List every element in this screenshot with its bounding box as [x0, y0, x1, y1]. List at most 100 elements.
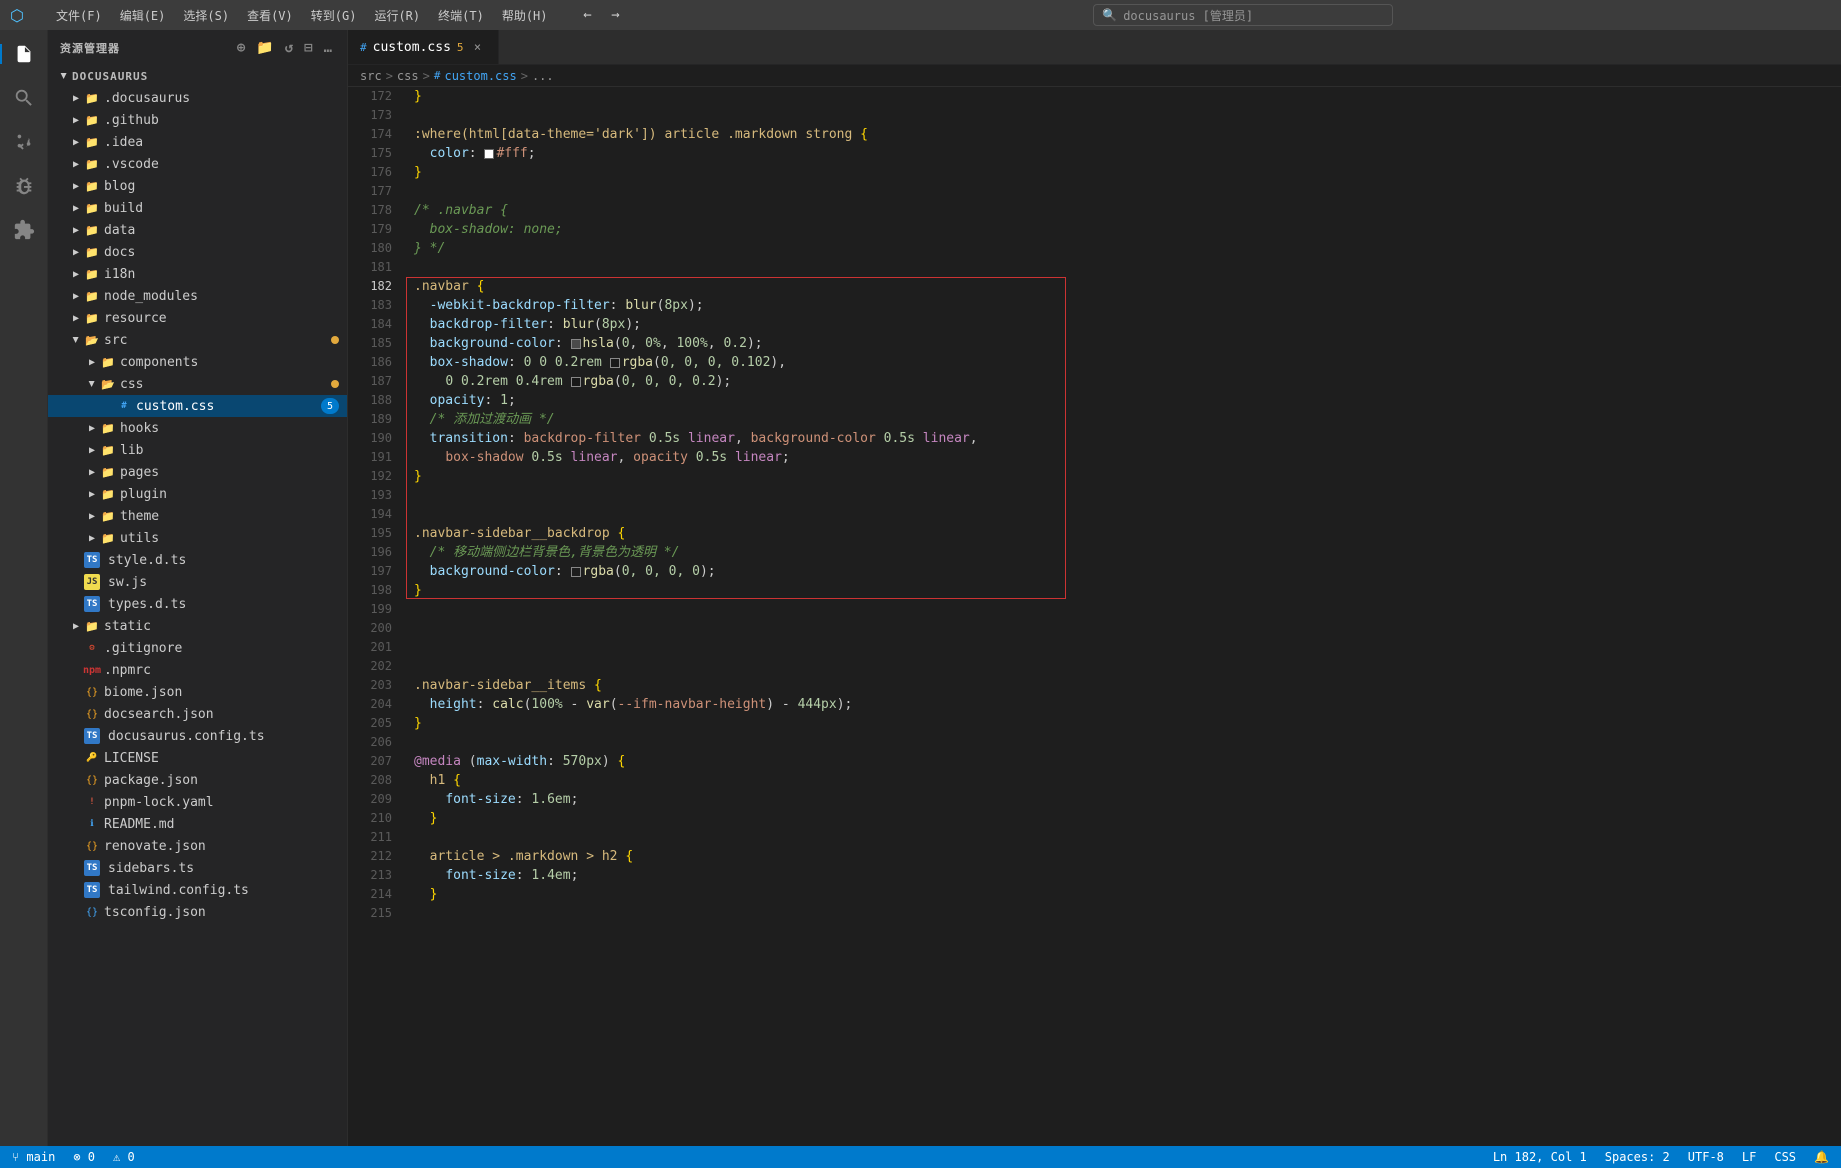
sidebar-item-idea[interactable]: ▶ 📁 .idea: [48, 131, 347, 153]
menu-goto[interactable]: 转到(G): [303, 5, 365, 26]
sidebar-item-gitignore[interactable]: ⚙ .gitignore: [48, 637, 347, 659]
source-control-icon[interactable]: [4, 122, 44, 162]
root-folder[interactable]: ▶ DOCUSAURUS: [48, 65, 347, 87]
code-token: backdrop-filter: [524, 429, 649, 448]
sidebar-item-sidebars-ts[interactable]: TS sidebars.ts: [48, 857, 347, 879]
status-git[interactable]: ⑂ main: [8, 1150, 59, 1164]
sidebar-item-components[interactable]: ▶ 📁 components: [48, 351, 347, 373]
breadcrumb-file[interactable]: custom.css: [444, 69, 516, 83]
back-button[interactable]: ←: [576, 4, 600, 26]
status-eol[interactable]: LF: [1738, 1150, 1760, 1164]
sidebar-item-docusaurus-config[interactable]: TS docusaurus.config.ts: [48, 725, 347, 747]
status-errors[interactable]: ⊗ 0: [69, 1150, 99, 1164]
new-folder-icon[interactable]: 📁: [254, 38, 276, 58]
status-ln-col[interactable]: Ln 182, Col 1: [1489, 1150, 1591, 1164]
sidebar-item-pnpm-lock[interactable]: ! pnpm-lock.yaml: [48, 791, 347, 813]
line-num-192: 192: [348, 467, 396, 486]
sidebar-item-types-d-ts[interactable]: TS types.d.ts: [48, 593, 347, 615]
folder-icon: 📁: [84, 178, 100, 194]
menu-run[interactable]: 运行(R): [366, 5, 428, 26]
line-num-213: 213: [348, 866, 396, 885]
code-line-174: :where(html[data-theme='dark']) article …: [414, 125, 1841, 144]
item-label: docsearch.json: [104, 707, 214, 722]
sidebar-item-biome-json[interactable]: {} biome.json: [48, 681, 347, 703]
refresh-icon[interactable]: ↺: [283, 38, 296, 58]
sidebar-item-docs[interactable]: ▶ 📁 docs: [48, 241, 347, 263]
sidebar-item-tailwind-config[interactable]: TS tailwind.config.ts: [48, 879, 347, 901]
sidebar-item-readme[interactable]: ℹ README.md: [48, 813, 347, 835]
search-icon[interactable]: [4, 78, 44, 118]
code-line-208: h1 {: [414, 771, 1841, 790]
tab-custom-css[interactable]: # custom.css 5 ×: [348, 30, 499, 64]
new-file-icon[interactable]: ⊕: [235, 38, 248, 58]
sidebar-item-plugin[interactable]: ▶ 📁 plugin: [48, 483, 347, 505]
code-token: [414, 866, 445, 885]
sidebar-item-sw-js[interactable]: JS sw.js: [48, 571, 347, 593]
status-language[interactable]: CSS: [1770, 1150, 1800, 1164]
sidebar-item-resource[interactable]: ▶ 📁 resource: [48, 307, 347, 329]
code-token: [414, 790, 445, 809]
status-spaces[interactable]: Spaces: 2: [1601, 1150, 1674, 1164]
sidebar-item-blog[interactable]: ▶ 📁 blog: [48, 175, 347, 197]
code-token: [414, 809, 430, 828]
sidebar-item-package-json[interactable]: {} package.json: [48, 769, 347, 791]
sidebar-item-build[interactable]: ▶ 📁 build: [48, 197, 347, 219]
sidebar-item-src[interactable]: ▶ 📂 src: [48, 329, 347, 351]
sidebar-item-renovate-json[interactable]: {} renovate.json: [48, 835, 347, 857]
sidebar-item-docsearch-json[interactable]: {} docsearch.json: [48, 703, 347, 725]
status-left: ⑂ main ⊗ 0 ⚠ 0: [8, 1150, 139, 1164]
tab-close-button[interactable]: ×: [470, 39, 486, 55]
sidebar-item-tsconfig-json[interactable]: {} tsconfig.json: [48, 901, 347, 923]
arrow: ▶: [84, 442, 100, 458]
sidebar-item-data[interactable]: ▶ 📁 data: [48, 219, 347, 241]
sidebar-item-lib[interactable]: ▶ 📁 lib: [48, 439, 347, 461]
sidebar-item-static[interactable]: ▶ 📁 static: [48, 615, 347, 637]
collapse-all-icon[interactable]: ⊟: [302, 38, 315, 58]
code-token: 0, 0, 0, 0: [622, 562, 700, 581]
menu-help[interactable]: 帮助(H): [494, 5, 556, 26]
code-line-190: transition : backdrop-filter 0.5s linear…: [414, 429, 1841, 448]
breadcrumb-css[interactable]: css: [397, 69, 419, 83]
sidebar-item-theme[interactable]: ▶ 📁 theme: [48, 505, 347, 527]
sidebar-item-style-d-ts[interactable]: TS style.d.ts: [48, 549, 347, 571]
search-bar[interactable]: 🔍 docusaurus [管理员]: [1093, 4, 1393, 26]
menu-select[interactable]: 选择(S): [175, 5, 237, 26]
code-token: color: [430, 144, 469, 163]
code-token: :: [508, 353, 524, 372]
explorer-icon[interactable]: [4, 34, 44, 74]
more-options-icon[interactable]: …: [322, 38, 335, 58]
code-token: );: [625, 315, 641, 334]
code-token: 0: [622, 334, 630, 353]
sidebar-item-npmrc[interactable]: npm .npmrc: [48, 659, 347, 681]
code-token: );: [688, 296, 704, 315]
menu-edit[interactable]: 编辑(E): [112, 5, 174, 26]
sidebar-item-pages[interactable]: ▶ 📁 pages: [48, 461, 347, 483]
menu-terminal[interactable]: 终端(T): [430, 5, 492, 26]
sidebar-item-utils[interactable]: ▶ 📁 utils: [48, 527, 347, 549]
js-icon: JS: [84, 574, 100, 590]
menu-file[interactable]: 文件(F): [48, 5, 110, 26]
item-label: .gitignore: [104, 641, 182, 656]
sidebar-item-github[interactable]: ▶ 📁 .github: [48, 109, 347, 131]
sidebar-item-css[interactable]: ▶ 📂 css: [48, 373, 347, 395]
sidebar-item-custom-css[interactable]: # custom.css 5: [48, 395, 347, 417]
status-warnings[interactable]: ⚠ 0: [109, 1150, 139, 1164]
sidebar-item-hooks[interactable]: ▶ 📁 hooks: [48, 417, 347, 439]
extensions-icon[interactable]: [4, 210, 44, 250]
sidebar-item-node_modules[interactable]: ▶ 📁 node_modules: [48, 285, 347, 307]
sidebar-item-i18n[interactable]: ▶ 📁 i18n: [48, 263, 347, 285]
breadcrumb-sep3: >: [521, 69, 528, 83]
sidebar-item-vscode[interactable]: ▶ 📁 .vscode: [48, 153, 347, 175]
code-content[interactable]: } :where(html[data-theme='dark']) articl…: [406, 87, 1841, 1146]
breadcrumb-src[interactable]: src: [360, 69, 382, 83]
folder-icon: 📁: [84, 288, 100, 304]
status-notifications[interactable]: 🔔: [1810, 1150, 1833, 1164]
status-encoding[interactable]: UTF-8: [1684, 1150, 1728, 1164]
code-line-214: }: [414, 885, 1841, 904]
forward-button[interactable]: →: [604, 4, 628, 26]
debug-icon[interactable]: [4, 166, 44, 206]
code-token: [414, 334, 430, 353]
sidebar-item-license[interactable]: 🔑 LICENSE: [48, 747, 347, 769]
sidebar-item-docusaurus[interactable]: ▶ 📁 .docusaurus: [48, 87, 347, 109]
menu-view[interactable]: 查看(V): [239, 5, 301, 26]
